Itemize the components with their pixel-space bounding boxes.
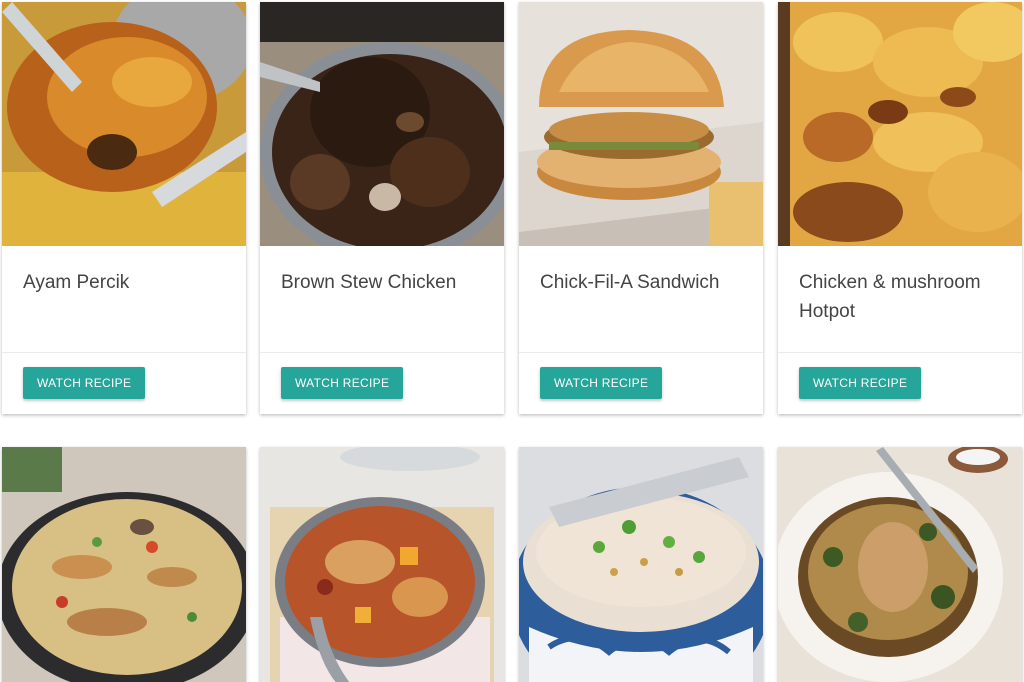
recipe-image[interactable]	[778, 447, 1022, 682]
watch-recipe-button[interactable]: WATCH RECIPE	[799, 367, 922, 399]
recipe-grid: Ayam Percik WATCH RECIPE Brown Stew Chic…	[0, 0, 1024, 682]
card-divider	[519, 352, 763, 353]
watch-recipe-button[interactable]: WATCH RECIPE	[281, 367, 404, 399]
recipe-card: Chicken & mushroom Hotpot WATCH RECIPE	[778, 2, 1022, 414]
recipe-image[interactable]	[260, 447, 504, 682]
recipe-title: Chicken & mushroom Hotpot	[799, 272, 981, 322]
watch-recipe-button[interactable]: WATCH RECIPE	[23, 367, 146, 399]
card-divider	[260, 352, 504, 353]
card-divider	[778, 352, 1022, 353]
recipe-image[interactable]	[2, 2, 246, 246]
recipe-image[interactable]	[519, 447, 763, 682]
recipe-title: Brown Stew Chicken	[281, 272, 457, 293]
recipe-card	[778, 447, 1022, 682]
card-divider	[2, 352, 246, 353]
recipe-image[interactable]	[260, 2, 504, 246]
recipe-card	[519, 447, 763, 682]
recipe-title: Chick-Fil-A Sandwich	[540, 272, 720, 293]
recipe-image[interactable]	[778, 2, 1022, 246]
recipe-card	[2, 447, 246, 682]
recipe-card: Ayam Percik WATCH RECIPE	[2, 2, 246, 414]
recipe-title: Ayam Percik	[23, 272, 130, 293]
recipe-card: Chick-Fil-A Sandwich WATCH RECIPE	[519, 2, 763, 414]
watch-recipe-button[interactable]: WATCH RECIPE	[540, 367, 663, 399]
recipe-card	[260, 447, 504, 682]
recipe-image[interactable]	[519, 2, 763, 246]
recipe-card: Brown Stew Chicken WATCH RECIPE	[260, 2, 504, 414]
recipe-image[interactable]	[2, 447, 246, 682]
